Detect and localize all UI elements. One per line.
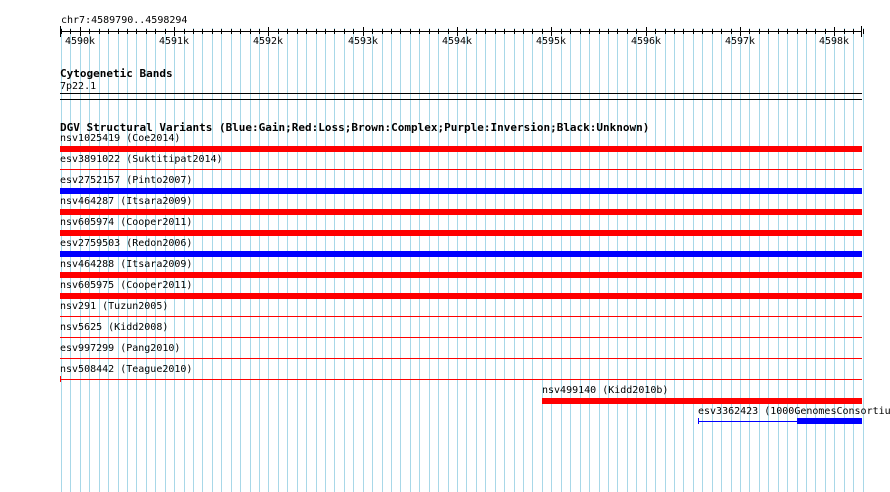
- ruler-tick-label: 4597k: [725, 36, 755, 47]
- dgv-feature-label[interactable]: esv3362423 (1000GenomesConsortium): [698, 406, 890, 417]
- dgv-feature-label[interactable]: nsv1025419 (Coe2014): [60, 133, 180, 144]
- dgv-feature-row[interactable]: esv2759503 (Redon2006): [0, 238, 890, 259]
- dgv-feature-label[interactable]: nsv291 (Tuzun2005): [60, 301, 168, 312]
- dgv-feature-label[interactable]: nsv464287 (Itsara2009): [60, 196, 192, 207]
- dgv-feature-bar[interactable]: [542, 398, 862, 404]
- dgv-feature-row[interactable]: esv2752157 (Pinto2007): [0, 175, 890, 196]
- dgv-feature-label[interactable]: esv3891022 (Suktitipat2014): [60, 154, 223, 165]
- ruler-tick-label: 4592k: [253, 36, 283, 47]
- dgv-feature-label[interactable]: nsv605974 (Cooper2011): [60, 217, 192, 228]
- ruler-tick-label: 4593k: [348, 36, 378, 47]
- cytoband-label: 7p22.1: [60, 81, 97, 92]
- coordinate-ruler[interactable]: 4590k 4591k 4592k 4593k 4594k 4595k 4596k 4597k…: [0, 0, 890, 60]
- dgv-feature-row[interactable]: nsv1025419 (Coe2014): [0, 133, 890, 154]
- ruler-tick-label: 4591k: [159, 36, 189, 47]
- dgv-feature-bar[interactable]: [60, 358, 862, 359]
- dgv-feature-bar[interactable]: [60, 293, 862, 299]
- cytoband-line-top: [60, 93, 862, 94]
- dgv-feature-label[interactable]: nsv5625 (Kidd2008): [60, 322, 168, 333]
- dgv-feature-bar[interactable]: [60, 230, 862, 236]
- dgv-feature-end-tick: [60, 376, 61, 382]
- dgv-feature-label[interactable]: esv997299 (Pang2010): [60, 343, 180, 354]
- dgv-feature-row[interactable]: nsv464287 (Itsara2009): [0, 196, 890, 217]
- dgv-feature-bar[interactable]: [60, 316, 862, 317]
- dgv-feature-label[interactable]: nsv464288 (Itsara2009): [60, 259, 192, 270]
- dgv-feature-bar[interactable]: [60, 169, 862, 170]
- dgv-feature-row[interactable]: nsv464288 (Itsara2009): [0, 259, 890, 280]
- dgv-feature-row[interactable]: nsv5625 (Kidd2008): [0, 322, 890, 343]
- dgv-feature-row[interactable]: nsv291 (Tuzun2005): [0, 301, 890, 322]
- dgv-feature-row[interactable]: nsv508442 (Teague2010): [0, 364, 890, 385]
- ruler-tick-label: 4598k: [819, 36, 849, 47]
- dgv-feature-label[interactable]: nsv508442 (Teague2010): [60, 364, 192, 375]
- dgv-feature-row[interactable]: nsv499140 (Kidd2010b): [0, 385, 890, 406]
- cytoband-track-title: Cytogenetic Bands: [60, 67, 173, 80]
- dgv-feature-end-tick: [698, 418, 699, 424]
- dgv-feature-row[interactable]: esv997299 (Pang2010): [0, 343, 890, 364]
- dgv-feature-thick-segment[interactable]: [797, 418, 862, 424]
- dgv-feature-row[interactable]: nsv605975 (Cooper2011): [0, 280, 890, 301]
- dgv-feature-bar[interactable]: [60, 146, 862, 152]
- dgv-feature-label[interactable]: nsv499140 (Kidd2010b): [542, 385, 668, 396]
- dgv-feature-label[interactable]: esv2759503 (Redon2006): [60, 238, 192, 249]
- dgv-feature-row[interactable]: esv3362423 (1000GenomesConsortium): [0, 406, 890, 427]
- dgv-feature-row[interactable]: esv3891022 (Suktitipat2014): [0, 154, 890, 175]
- dgv-feature-bar[interactable]: [60, 272, 862, 278]
- ruler-tick-label: 4595k: [536, 36, 566, 47]
- dgv-feature-bar[interactable]: [60, 337, 862, 338]
- ruler-tick-label: 4594k: [442, 36, 472, 47]
- ruler-tick-label: 4596k: [631, 36, 661, 47]
- dgv-feature-bar[interactable]: [60, 379, 862, 380]
- dgv-feature-bar[interactable]: [60, 209, 862, 215]
- cytoband-line-bottom: [60, 99, 862, 100]
- dgv-feature-row[interactable]: nsv605974 (Cooper2011): [0, 217, 890, 238]
- dgv-feature-bar[interactable]: [60, 251, 862, 257]
- dgv-feature-label[interactable]: nsv605975 (Cooper2011): [60, 280, 192, 291]
- ruler-tick-label: 4590k: [65, 36, 95, 47]
- dgv-feature-bar[interactable]: [60, 188, 862, 194]
- dgv-feature-label[interactable]: esv2752157 (Pinto2007): [60, 175, 192, 186]
